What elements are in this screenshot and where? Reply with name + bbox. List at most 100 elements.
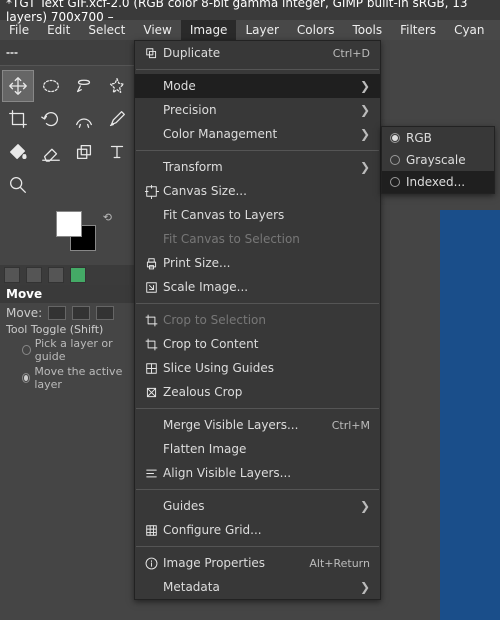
lasso-tool-icon[interactable]: [68, 70, 100, 102]
menu-cyan[interactable]: Cyan: [445, 20, 493, 40]
zoom-tool-icon[interactable]: [2, 169, 34, 201]
text-tool-icon[interactable]: [101, 136, 133, 168]
radio-icon: [390, 155, 400, 165]
menu-item-label: Slice Using Guides: [163, 361, 370, 375]
menu-item-label: Align Visible Layers...: [163, 466, 370, 480]
menu-item-flatten-image[interactable]: Flatten Image: [135, 437, 380, 461]
menu-colors[interactable]: Colors: [288, 20, 344, 40]
zealous-icon: [139, 385, 163, 400]
bucket-tool-icon[interactable]: [2, 136, 34, 168]
move-label: Move:: [6, 306, 42, 320]
menu-select[interactable]: Select: [79, 20, 134, 40]
menu-item-precision[interactable]: Precision ❯: [135, 98, 380, 122]
menu-item-image-properties[interactable]: Image PropertiesAlt+Return: [135, 551, 380, 575]
menu-separator: [136, 303, 379, 304]
swap-colors-icon[interactable]: ⟲: [103, 211, 112, 224]
color-swatches[interactable]: ⟲: [56, 211, 104, 259]
menu-item-print-size[interactable]: Print Size...: [135, 251, 380, 275]
menu-item-fit-canvas-to-selection: Fit Canvas to Selection: [135, 227, 380, 251]
move-active-radio[interactable]: Move the active layer: [0, 364, 135, 392]
scale-icon: [139, 280, 163, 295]
mode-item-label: RGB: [406, 131, 432, 145]
menu-image[interactable]: Image: [181, 20, 237, 40]
menu-item-guides[interactable]: Guides ❯: [135, 494, 380, 518]
menu-item-align-visible-layers[interactable]: Align Visible Layers...: [135, 461, 380, 485]
menu-filters[interactable]: Filters: [391, 20, 445, 40]
menu-item-label: Guides: [163, 499, 352, 513]
menu-item-slice-using-guides[interactable]: Slice Using Guides: [135, 356, 380, 380]
menu-item-accel: Ctrl+M: [332, 419, 370, 432]
menu-item-color-management[interactable]: Color Management❯: [135, 122, 380, 146]
print-icon: [139, 256, 163, 271]
mode-item-grayscale[interactable]: Grayscale: [382, 149, 494, 171]
menu-item-duplicate[interactable]: DuplicateCtrl+D: [135, 41, 380, 65]
menu-view[interactable]: View: [134, 20, 180, 40]
menu-item-accel: Alt+Return: [309, 557, 370, 570]
mode-item-label: Indexed...: [406, 175, 465, 189]
menu-item-zealous-crop[interactable]: Zealous Crop: [135, 380, 380, 404]
dock-tab[interactable]: [70, 267, 86, 283]
menu-item-label: Transform: [163, 160, 352, 174]
dock-tab[interactable]: [26, 267, 42, 283]
menu-item-merge-visible-layers[interactable]: Merge Visible Layers...Ctrl+M: [135, 413, 380, 437]
clone-tool-icon[interactable]: [68, 136, 100, 168]
eraser-tool-icon[interactable]: [35, 136, 67, 168]
radio-icon: [390, 133, 400, 143]
move-path-icon[interactable]: [96, 306, 114, 320]
menu-item-label: Image Properties: [163, 556, 309, 570]
grid-icon: [139, 523, 163, 538]
pick-layer-radio[interactable]: Pick a layer or guide: [0, 336, 135, 364]
fuzzy-select-tool-icon[interactable]: [101, 70, 133, 102]
mode-submenu: RGB Grayscale Indexed...: [381, 126, 495, 194]
move-target-row: Move:: [0, 303, 135, 323]
menu-item-label: Merge Visible Layers...: [163, 418, 332, 432]
menu-item-label: Precision: [163, 103, 352, 117]
menu-item-canvas-size[interactable]: Canvas Size...: [135, 179, 380, 203]
submenu-arrow-icon: ❯: [360, 499, 370, 513]
window-titlebar: *TGT Text GIF.xcf-2.0 (RGB color 8-bit g…: [0, 0, 500, 20]
menu-item-metadata[interactable]: Metadata❯: [135, 575, 380, 599]
menu-item-scale-image[interactable]: Scale Image...: [135, 275, 380, 299]
menu-layer[interactable]: Layer: [236, 20, 287, 40]
rect-select-tool-icon[interactable]: [35, 70, 67, 102]
move-selection-icon[interactable]: [72, 306, 90, 320]
crop-tool-icon[interactable]: [2, 103, 34, 135]
dock-tab-strip: [0, 265, 135, 285]
menu-item-mode[interactable]: Mode❯: [135, 74, 380, 98]
duplicate-icon: [139, 46, 163, 61]
toolbox-drag-handle[interactable]: [0, 40, 135, 66]
move-tool-icon[interactable]: [2, 70, 34, 102]
submenu-arrow-icon: ❯: [360, 103, 370, 117]
menu-item-label: Fit Canvas to Selection: [163, 232, 370, 246]
menu-windows[interactable]: Windows: [494, 20, 500, 40]
menu-item-label: Duplicate: [163, 46, 333, 60]
rotate-tool-icon[interactable]: [35, 103, 67, 135]
brush-tool-icon[interactable]: [101, 103, 133, 135]
menu-item-label: Print Size...: [163, 256, 370, 270]
menu-edit[interactable]: Edit: [38, 20, 79, 40]
dock-tab[interactable]: [48, 267, 64, 283]
menu-item-transform[interactable]: Transform ❯: [135, 155, 380, 179]
fg-color-swatch[interactable]: [56, 211, 82, 237]
move-layer-icon[interactable]: [48, 306, 66, 320]
menu-item-fit-canvas-to-layers[interactable]: Fit Canvas to Layers: [135, 203, 380, 227]
submenu-arrow-icon: ❯: [360, 160, 370, 174]
warp-tool-icon[interactable]: [68, 103, 100, 135]
image-canvas[interactable]: [440, 210, 500, 620]
tool-grid: [0, 66, 135, 205]
menubar: FileEditSelectViewImageLayerColorsToolsF…: [0, 20, 500, 40]
menu-separator: [136, 69, 379, 70]
submenu-arrow-icon: ❯: [360, 580, 370, 594]
menu-file[interactable]: File: [0, 20, 38, 40]
dock-tab[interactable]: [4, 267, 20, 283]
mode-item-indexed[interactable]: Indexed...: [382, 171, 494, 193]
menu-item-label: Crop to Content: [163, 337, 370, 351]
submenu-arrow-icon: ❯: [360, 127, 370, 141]
menu-tools[interactable]: Tools: [344, 20, 392, 40]
menu-item-configure-grid[interactable]: Configure Grid...: [135, 518, 380, 542]
menu-item-label: Flatten Image: [163, 442, 370, 456]
menu-item-label: Mode: [163, 79, 352, 93]
mode-item-rgb[interactable]: RGB: [382, 127, 494, 149]
menu-separator: [136, 489, 379, 490]
menu-item-crop-to-content[interactable]: Crop to Content: [135, 332, 380, 356]
